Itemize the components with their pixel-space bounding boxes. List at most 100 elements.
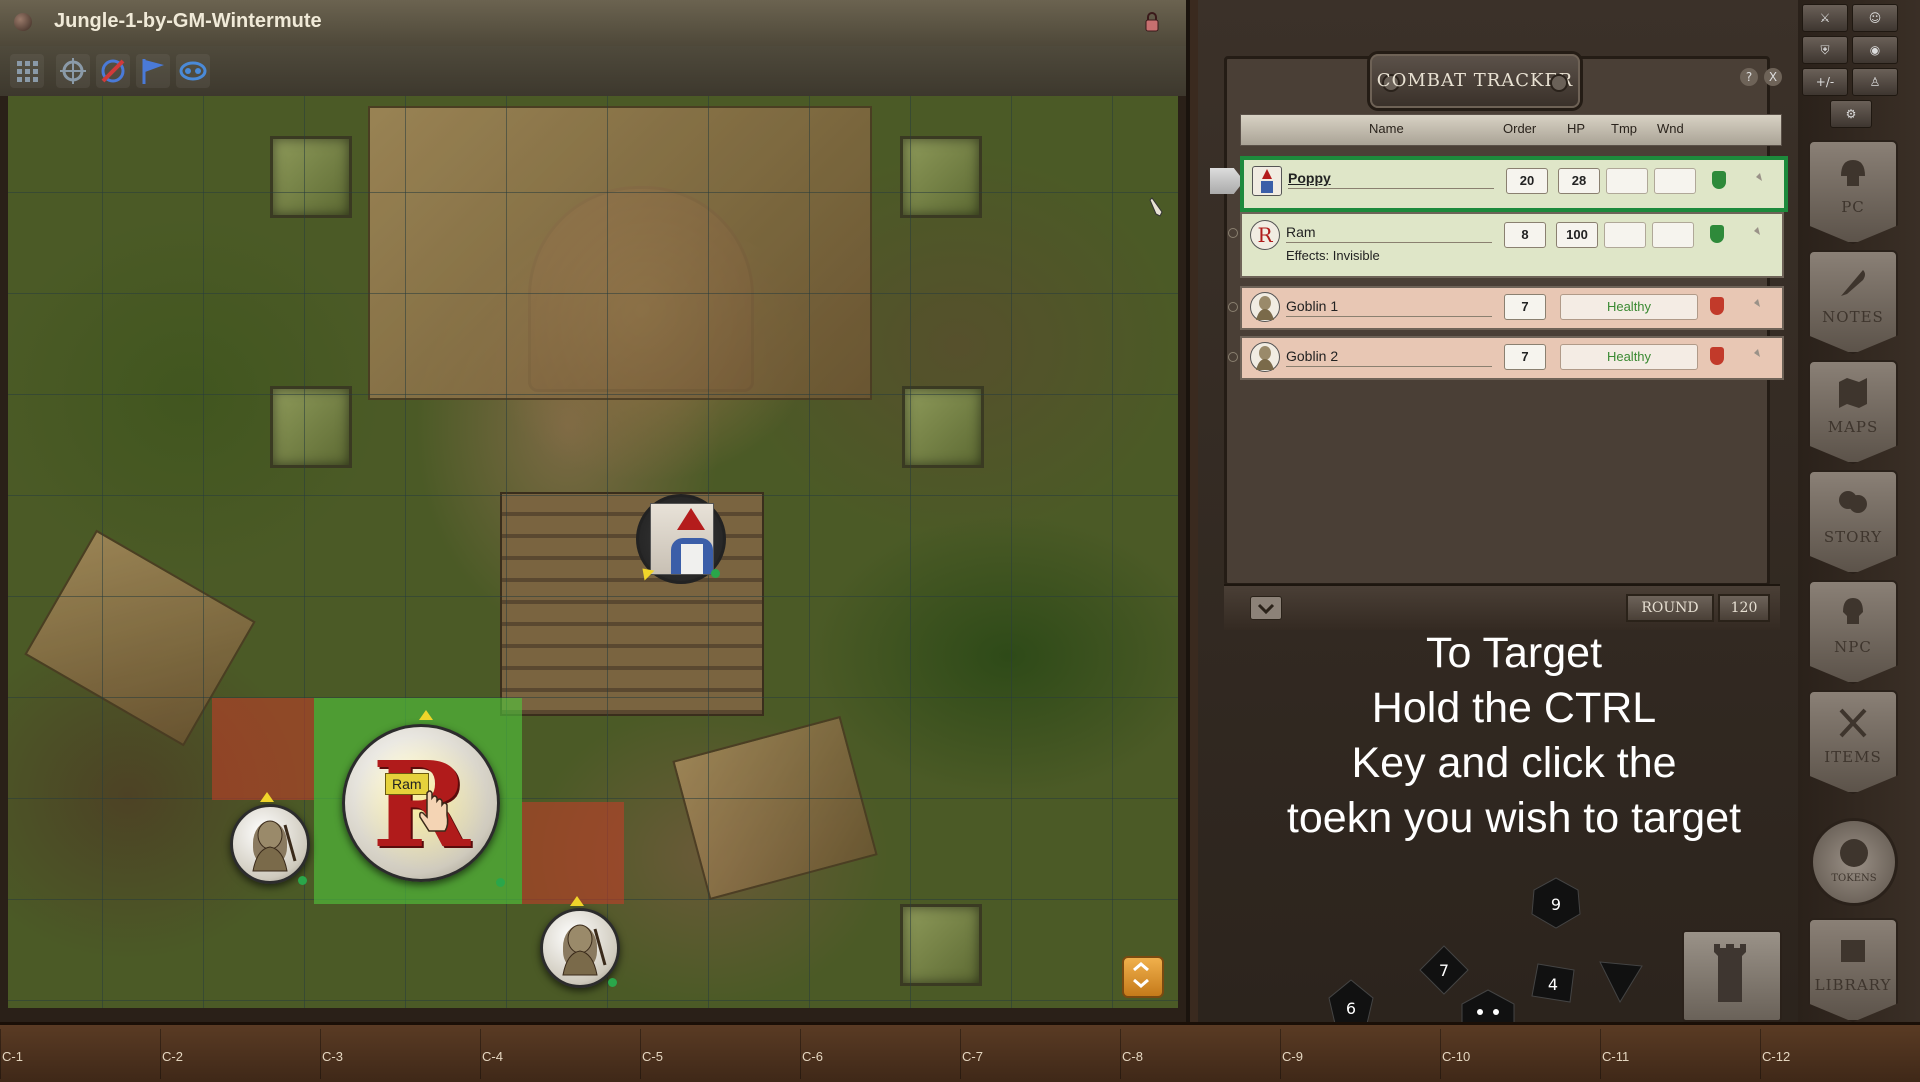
poppy-token[interactable] (636, 494, 726, 584)
sidebar-button-pc[interactable]: PC (1808, 140, 1898, 244)
d10-die-value: 6 (1346, 999, 1356, 1018)
sidebar-button-maps[interactable]: MAPS (1808, 360, 1898, 464)
mask-icon[interactable] (176, 54, 210, 88)
hotkey-slot[interactable]: C-11 (1600, 1025, 1760, 1079)
hotkey-slot[interactable]: C-4 (480, 1025, 640, 1079)
sidebar-label: PC (1841, 198, 1865, 216)
sidebar-label: LIBRARY (1814, 976, 1892, 994)
ct-row-hp[interactable]: 100 (1556, 222, 1598, 248)
goblin2-token[interactable] (540, 908, 620, 988)
hotkey-label: C-3 (322, 1049, 343, 1064)
target-crosshair-icon[interactable] (56, 54, 90, 88)
round-label[interactable]: ROUND (1626, 594, 1714, 622)
hotkey-slot[interactable]: C-2 (160, 1025, 320, 1079)
hotkey-slot[interactable]: C-6 (800, 1025, 960, 1079)
sidebar-label: TOKENS (1831, 873, 1877, 884)
window-menu-icon[interactable] (14, 13, 32, 31)
friend-shield-icon[interactable] (1712, 171, 1726, 189)
ct-row-poppy[interactable]: Poppy 20 28 (1240, 156, 1788, 212)
map-icon (1839, 378, 1867, 408)
goblin1-token[interactable] (230, 804, 310, 884)
flag-icon[interactable] (136, 54, 170, 88)
ct-row-tmp[interactable] (1606, 168, 1648, 194)
ct-row-goblin-2[interactable]: Goblin 2 7 Healthy (1228, 336, 1784, 380)
hotkey-label: C-6 (802, 1049, 823, 1064)
ct-row-order[interactable]: 20 (1506, 168, 1548, 194)
ct-row-name[interactable]: Goblin 2 (1286, 348, 1492, 367)
round-counter[interactable]: 120 (1718, 594, 1770, 622)
map-window: Jungle-1-by-GM-Wintermute R Ram (0, 0, 1190, 1022)
ct-row-hp[interactable]: 28 (1558, 168, 1600, 194)
close-button[interactable]: X (1764, 68, 1782, 86)
ram-row-portrait: R (1250, 220, 1280, 250)
ct-row-wnd[interactable] (1654, 168, 1696, 194)
character-icon[interactable]: ♙ (1852, 68, 1898, 96)
grid-toggle-icon[interactable] (10, 54, 44, 88)
combat-swords-icon[interactable]: ⚔ (1802, 4, 1848, 32)
hotkey-slot[interactable]: C-12 (1760, 1025, 1920, 1079)
party-icon[interactable]: ☺ (1852, 4, 1898, 32)
foe-shield-icon[interactable] (1710, 347, 1724, 365)
d12-die-icon[interactable]: 9 (1530, 876, 1582, 934)
combat-tracker-window (1198, 0, 1798, 1022)
row-pin-icon (1228, 352, 1238, 362)
targeting-icon[interactable] (1740, 223, 1762, 245)
ct-row-name[interactable]: Ram (1286, 224, 1492, 243)
ct-row-name[interactable]: Poppy (1288, 170, 1494, 189)
ct-row-order[interactable]: 7 (1504, 344, 1546, 370)
sidebar-button-notes[interactable]: NOTES (1808, 250, 1898, 354)
shield-icon[interactable]: ⛨ (1802, 36, 1848, 64)
hotkey-slot[interactable]: C-3 (320, 1025, 480, 1079)
hotkey-slot[interactable]: C-10 (1440, 1025, 1600, 1079)
chevron-down-icon[interactable] (1250, 596, 1282, 620)
hotkey-label: C-8 (1122, 1049, 1143, 1064)
ram-token[interactable]: R Ram (342, 724, 500, 882)
ct-row-order[interactable]: 7 (1504, 294, 1546, 320)
targeting-icon[interactable] (1740, 295, 1762, 317)
targeting-icon[interactable] (1742, 169, 1764, 191)
d4-die-icon[interactable] (1596, 956, 1646, 1010)
targeting-icon[interactable] (1740, 345, 1762, 367)
sidebar-button-tokens[interactable]: TOKENS (1810, 818, 1898, 906)
hotkey-slot[interactable]: C-8 (1120, 1025, 1280, 1079)
sidebar-button-items[interactable]: ITEMS (1808, 690, 1898, 794)
eye-icon[interactable]: ◉ (1852, 36, 1898, 64)
hotkey-slot[interactable]: C-7 (960, 1025, 1120, 1079)
ct-row-order[interactable]: 8 (1504, 222, 1546, 248)
dice-tower-button[interactable] (1682, 930, 1782, 1022)
goblin-figure-icon (252, 820, 297, 872)
map-titlebar[interactable]: Jungle-1-by-GM-Wintermute (0, 0, 1186, 48)
ram-status-dot (496, 878, 505, 887)
map-canvas[interactable]: R Ram (8, 96, 1178, 1008)
clear-targets-icon[interactable] (96, 54, 130, 88)
settings-gear-icon[interactable]: ⚙ (1830, 100, 1872, 128)
ct-row-name[interactable]: Goblin 1 (1286, 298, 1492, 317)
poppy-portrait (650, 503, 714, 575)
foe-shield-icon[interactable] (1710, 297, 1724, 315)
d6-die-icon[interactable]: 4 (1528, 956, 1580, 1012)
help-button[interactable]: ? (1740, 68, 1758, 86)
sidebar-label: ITEMS (1824, 748, 1882, 766)
sidebar-button-library[interactable]: LIBRARY (1808, 918, 1898, 1022)
ct-row-ram[interactable]: R Ram 8 100 Effects: Invisible (1228, 212, 1784, 278)
combat-tracker-title-plate: COMBAT TRACKER (1370, 54, 1580, 108)
pencil-icon[interactable] (1148, 196, 1166, 218)
lock-icon[interactable] (1144, 12, 1160, 32)
hotkey-label: C-4 (482, 1049, 503, 1064)
sidebar-button-story[interactable]: STORY (1808, 470, 1898, 574)
ct-row-goblin-1[interactable]: Goblin 1 7 Healthy (1228, 286, 1784, 330)
hotkey-slot[interactable]: C-1 (0, 1025, 160, 1079)
map-toolbar (0, 46, 1186, 96)
ram-facing-arrow (419, 710, 433, 720)
sidebar-button-npc[interactable]: NPC (1808, 580, 1898, 684)
hotkey-slot[interactable]: C-9 (1280, 1025, 1440, 1079)
friend-shield-icon[interactable] (1710, 225, 1724, 243)
sidebar-label: NPC (1834, 638, 1872, 656)
hotkey-slot[interactable]: C-5 (640, 1025, 800, 1079)
ct-row-tmp[interactable] (1604, 222, 1646, 248)
modifier-button[interactable]: +/- (1802, 68, 1848, 96)
ct-row-wnd[interactable] (1652, 222, 1694, 248)
column-order: Order (1503, 121, 1537, 136)
expand-map-icon[interactable] (1122, 956, 1164, 998)
column-hp: HP (1567, 121, 1586, 136)
